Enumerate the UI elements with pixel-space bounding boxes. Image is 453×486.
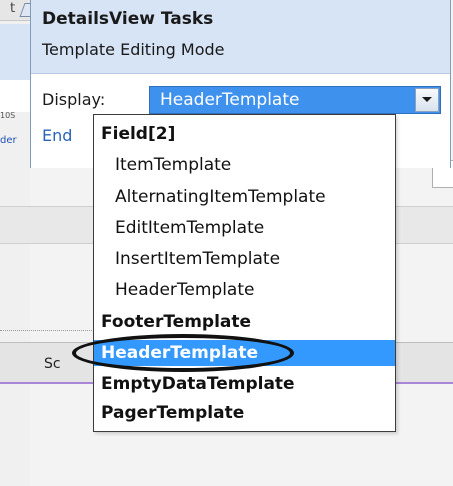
tasks-panel-subtitle: Template Editing Mode (42, 40, 225, 59)
designer-white-band (0, 80, 30, 112)
designer-blue-band (0, 24, 30, 80)
dropdown-item-insertitemtemplate[interactable]: InsertItemTemplate (94, 246, 395, 272)
display-dropdown[interactable]: HeaderTemplate (149, 86, 441, 114)
side-fragment-1: 10S (0, 111, 16, 120)
dropdown-item-emptydatatemplate[interactable]: EmptyDataTemplate (94, 371, 395, 397)
dropdown-item-pagertemplate[interactable]: PagerTemplate (94, 400, 395, 426)
tasks-panel-header: DetailsView Tasks Template Editing Mode (31, 0, 450, 74)
side-fragment-2: der (0, 135, 17, 146)
dropdown-item-edititemtemplate[interactable]: EditItemTemplate (94, 215, 395, 241)
display-label: Display: (42, 90, 106, 109)
chevron-down-icon (422, 97, 432, 102)
column-header-text: Sc (44, 356, 61, 372)
display-dropdown-list: Field[2] ItemTemplate AlternatingItemTem… (93, 114, 396, 432)
dropdown-toggle-button[interactable] (415, 88, 439, 112)
display-dropdown-value: HeaderTemplate (160, 90, 300, 110)
top-left-fragment: t (10, 1, 16, 16)
tasks-panel-title: DetailsView Tasks (42, 9, 214, 29)
dropdown-item-footertemplate[interactable]: FooterTemplate (94, 309, 395, 335)
dropdown-item-itemtemplate[interactable]: ItemTemplate (94, 152, 395, 178)
dropdown-item-field-headertemplate[interactable]: HeaderTemplate (94, 277, 395, 303)
dropdown-item-headertemplate-selected[interactable]: HeaderTemplate (94, 340, 395, 366)
dropdown-group-field2[interactable]: Field[2] (94, 121, 395, 147)
end-template-editing-link[interactable]: End (42, 126, 72, 145)
designer-dotted-line (0, 330, 100, 332)
dropdown-item-alternatingitemtemplate[interactable]: AlternatingItemTemplate (94, 184, 395, 210)
